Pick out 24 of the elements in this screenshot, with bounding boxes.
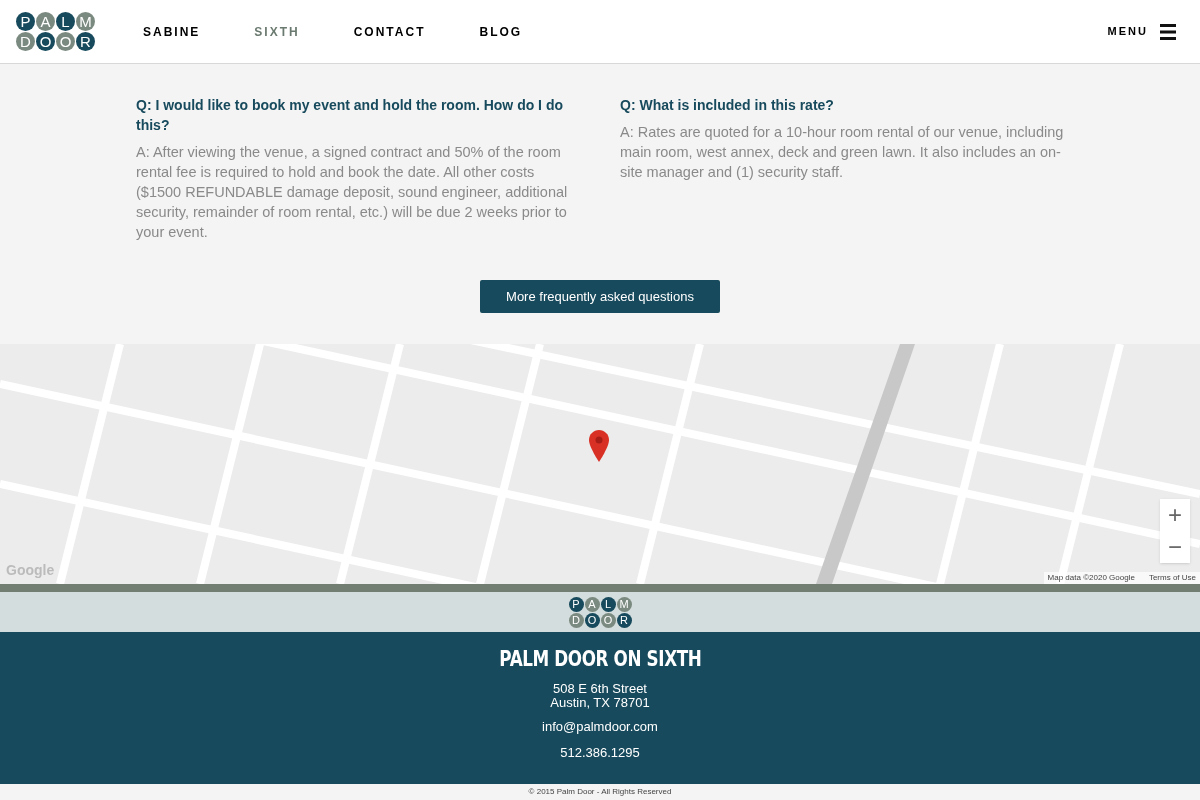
copyright-text: © 2015 Palm Door - All Rights Reserved: [528, 786, 672, 798]
faq-answer: A: Rates are quoted for a 10-hour room rental of our venue, including main room, west annex, deck and green lawn. It also includes an on-site manager and (1) security staff.: [620, 123, 1064, 182]
faq-question: Q: I would like to book my event and hold the room. How do I do this?: [136, 96, 564, 135]
map-attribution: Map data ©2020 Google: [1047, 572, 1135, 584]
menu-icon[interactable]: [1160, 23, 1176, 40]
footer-logo[interactable]: P A L M D O O R: [568, 596, 632, 628]
zoom-out-button[interactable]: −: [1160, 531, 1190, 563]
menu-label[interactable]: MENU: [1107, 23, 1148, 40]
map-pin-icon: [589, 430, 609, 462]
faq-question: Q: What is included in this rate?: [620, 96, 835, 115]
address-line: 508 E 6th Street: [553, 681, 647, 696]
terms-link[interactable]: Terms of Use: [1148, 572, 1196, 584]
address-line: Austin, TX 78701: [550, 695, 650, 710]
logo[interactable]: P A L M D O O R: [16, 12, 95, 51]
more-faq-button[interactable]: More frequently asked questions: [480, 280, 720, 313]
email-link[interactable]: info@palmdoor.com: [542, 716, 658, 736]
nav-link[interactable]: SABINE: [143, 22, 201, 41]
nav-link[interactable]: CONTACT: [353, 22, 426, 41]
faq-answer: A: After viewing the venue, a signed contract and 50% of the room rental fee is required to hold and book the date. All other costs ($1500 REFUNDABLE damage deposit, sound engineer, additional security, remainder of room rental, etc.) will be due 2 weeks prior to your event.: [136, 143, 569, 242]
zoom-in-button[interactable]: +: [1160, 499, 1190, 531]
phone-link[interactable]: 512.386.1295: [560, 743, 640, 763]
nav-link[interactable]: BLOG: [479, 22, 523, 41]
venue-title: PALM DOOR ON SIXTH: [498, 646, 702, 673]
nav-link[interactable]: SIXTH: [254, 22, 300, 41]
